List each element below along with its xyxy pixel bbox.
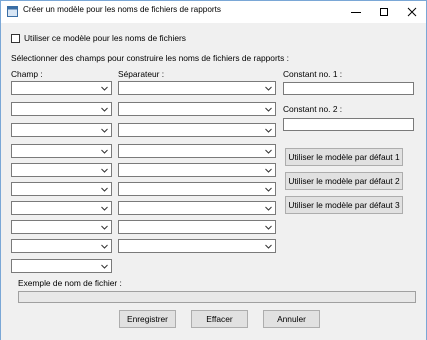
chevron-down-icon: [101, 244, 108, 249]
default-template-3-button[interactable]: Utiliser le modèle par défaut 3: [285, 196, 403, 214]
separator-select-8[interactable]: [118, 220, 276, 234]
example-filename-field: [18, 291, 416, 303]
app-icon: [7, 6, 18, 17]
chevron-down-icon: [265, 225, 272, 230]
chevron-down-icon: [101, 187, 108, 192]
default-template-1-button[interactable]: Utiliser le modèle par défaut 1: [285, 148, 403, 166]
window-title: Créer un modèle pour les noms de fichier…: [23, 5, 221, 14]
field-select-3[interactable]: [11, 123, 112, 137]
chevron-down-icon: [101, 206, 108, 211]
chevron-down-icon: [265, 149, 272, 154]
field-select-5[interactable]: [11, 163, 112, 177]
separator-select-7[interactable]: [118, 201, 276, 215]
chevron-down-icon: [265, 107, 272, 112]
instructions-text: Sélectionner des champs pour construire …: [11, 53, 289, 63]
close-button[interactable]: [398, 1, 426, 23]
maximize-icon: [380, 8, 388, 16]
chevron-down-icon: [101, 128, 108, 133]
field-select-2[interactable]: [11, 102, 112, 116]
separator-select-5[interactable]: [118, 163, 276, 177]
chevron-down-icon: [265, 168, 272, 173]
separator-select-2[interactable]: [118, 102, 276, 116]
chevron-down-icon: [101, 225, 108, 230]
separator-select-9[interactable]: [118, 239, 276, 253]
separator-select-4[interactable]: [118, 144, 276, 158]
clear-button[interactable]: Effacer: [191, 310, 248, 328]
chevron-down-icon: [265, 187, 272, 192]
chevron-down-icon: [265, 128, 272, 133]
field-select-7[interactable]: [11, 201, 112, 215]
chevron-down-icon: [101, 264, 108, 269]
field-column-header: Champ :: [11, 69, 43, 79]
chevron-down-icon: [265, 206, 272, 211]
example-label: Exemple de nom de fichier :: [18, 278, 122, 288]
field-select-6[interactable]: [11, 182, 112, 196]
field-select-4[interactable]: [11, 144, 112, 158]
cancel-button[interactable]: Annuler: [263, 310, 320, 328]
chevron-down-icon: [265, 86, 272, 91]
constant1-input[interactable]: [283, 82, 414, 95]
constant1-label: Constant no. 1 :: [283, 69, 343, 79]
chevron-down-icon: [101, 168, 108, 173]
field-select-9[interactable]: [11, 239, 112, 253]
minimize-button[interactable]: [342, 1, 370, 23]
separator-select-3[interactable]: [118, 123, 276, 137]
maximize-button[interactable]: [370, 1, 398, 23]
default-template-2-button[interactable]: Utiliser le modèle par défaut 2: [285, 172, 403, 190]
chevron-down-icon: [101, 149, 108, 154]
separator-column-header: Séparateur :: [118, 69, 165, 79]
constant2-input[interactable]: [283, 118, 414, 131]
dialog-body: Utiliser ce modèle pour les noms de fich…: [1, 23, 426, 340]
field-select-8[interactable]: [11, 220, 112, 234]
field-select-1[interactable]: [11, 81, 112, 95]
use-template-label: Utiliser ce modèle pour les noms de fich…: [24, 33, 186, 43]
use-template-checkbox[interactable]: [11, 34, 20, 43]
title-bar: Créer un modèle pour les noms de fichier…: [1, 1, 426, 23]
chevron-down-icon: [265, 244, 272, 249]
minimize-icon: [351, 12, 361, 13]
constant2-label: Constant no. 2 :: [283, 104, 343, 114]
separator-select-1[interactable]: [118, 81, 276, 95]
field-select-10[interactable]: [11, 259, 112, 273]
chevron-down-icon: [101, 86, 108, 91]
save-button[interactable]: Enregistrer: [119, 310, 176, 328]
dialog-window: Créer un modèle pour les noms de fichier…: [0, 0, 427, 340]
close-icon: [407, 7, 417, 17]
separator-select-6[interactable]: [118, 182, 276, 196]
chevron-down-icon: [101, 107, 108, 112]
